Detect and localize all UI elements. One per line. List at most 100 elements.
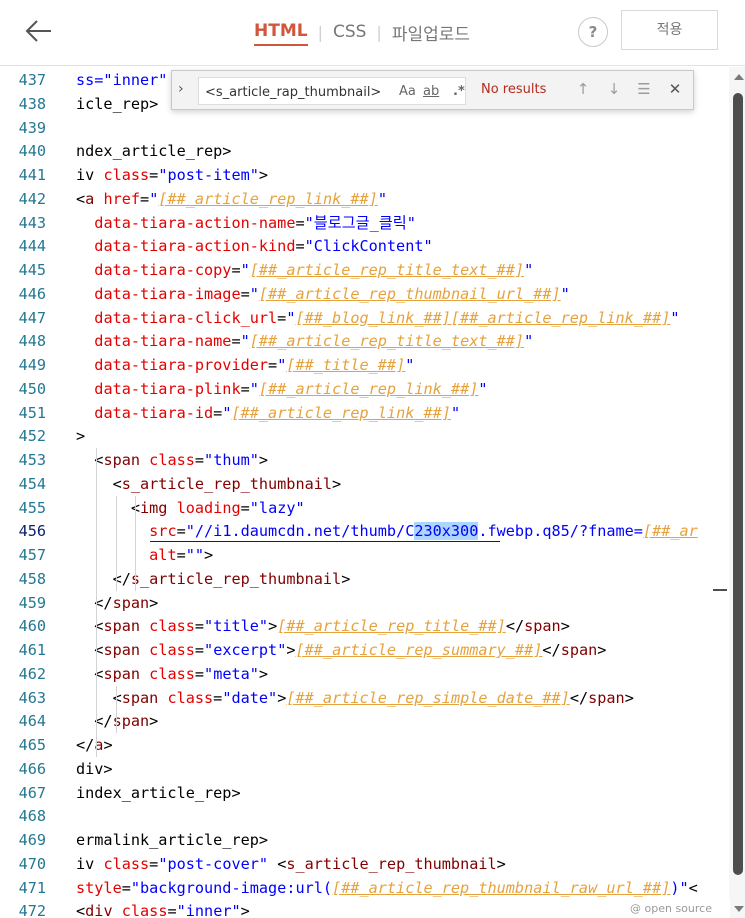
code-line[interactable]: 451 data-tiara-id= "[##_article_rep_link_… — [0, 401, 745, 425]
code-line[interactable]: 457 alt=""> — [0, 543, 745, 567]
code-text[interactable]: data-tiara-copy="[##_article_rep_title_t… — [76, 258, 533, 282]
code-text[interactable]: <span class="thum"> — [76, 448, 268, 472]
code-text[interactable]: data-tiara-name="[##_article_rep_title_t… — [76, 329, 533, 353]
code-line[interactable]: 448 data-tiara-name="[##_article_rep_tit… — [0, 329, 745, 353]
code-line[interactable]: 469 ermalink_article_rep> — [0, 828, 745, 852]
code-text[interactable]: data-tiara-plink="[##_article_rep_link_#… — [76, 377, 488, 401]
code-text[interactable]: data-tiara-image="[##_article_rep_thumbn… — [76, 282, 570, 306]
code-line[interactable]: 458 </s_article_rep_thumbnail> — [0, 567, 745, 591]
code-line[interactable]: 459 </span> — [0, 591, 745, 615]
regex-toggle[interactable]: .* — [453, 84, 465, 99]
code-text[interactable]: iv class="post-item"> — [76, 163, 268, 187]
code-line[interactable]: 456 src="//i1.daumcdn.net/thumb/C230x300… — [0, 519, 745, 543]
code-token: > — [560, 617, 570, 636]
code-line[interactable]: 446 data-tiara-image="[##_article_rep_th… — [0, 282, 745, 306]
code-line[interactable]: 463 <span class="date">[##_article_rep_s… — [0, 686, 745, 710]
code-text[interactable]: data-tiara-action-name="블로그글_클릭" — [76, 211, 416, 235]
code-line[interactable]: 452 > — [0, 424, 745, 448]
code-line[interactable]: 462 <span class="meta"> — [0, 662, 745, 686]
code-line[interactable]: 439 — [0, 116, 745, 140]
code-token: [##_article_rep_link_##] — [258, 379, 479, 398]
code-token: < — [76, 664, 104, 683]
code-token: " — [478, 379, 488, 398]
code-text[interactable]: ndex_article_rep> — [76, 139, 231, 163]
find-input-box[interactable]: Aa ab .* — [198, 77, 466, 105]
code-line[interactable]: 467 index_article_rep> — [0, 781, 745, 805]
code-text[interactable]: src="//i1.daumcdn.net/thumb/C230x300.fwe… — [76, 519, 698, 543]
code-text[interactable]: icle_rep> — [76, 92, 158, 116]
code-text[interactable]: div> — [76, 757, 113, 781]
code-text[interactable]: <span class="meta"> — [76, 662, 268, 686]
match-case-toggle[interactable]: Aa — [399, 84, 416, 99]
code-token: </ — [76, 736, 95, 754]
code-editor[interactable]: 437 ss="inner" 438 icle_rep> 439 440 ndex_arti… — [0, 67, 745, 918]
code-text[interactable]: </s_article_rep_thumbnail> — [76, 567, 351, 591]
code-line[interactable]: 453 <span class="thum"> — [0, 448, 745, 472]
code-text[interactable]: data-tiara-provider="[##_title_##]" — [76, 353, 414, 377]
code-line[interactable]: 444 data-tiara-action-kind="ClickContent… — [0, 234, 745, 258]
line-number: 461 — [18, 641, 46, 659]
code-line[interactable]: 455 <img loading="lazy" — [0, 496, 745, 520]
code-line[interactable]: 454 <s_article_rep_thumbnail> — [0, 472, 745, 496]
code-line[interactable]: 440 ndex_article_rep> — [0, 139, 745, 163]
code-line[interactable]: 470 iv class="post-cover" <s_article_rep_… — [0, 852, 745, 876]
line-number: 451 — [18, 403, 46, 422]
code-line[interactable]: 450 data-tiara-plink="[##_article_rep_li… — [0, 377, 745, 401]
code-text[interactable]: <span class="title">[##_article_rep_titl… — [76, 614, 570, 638]
code-text[interactable]: <s_article_rep_thumbnail> — [76, 472, 342, 496]
line-number: 462 — [18, 664, 46, 683]
code-text[interactable]: </span> — [76, 709, 158, 733]
code-text[interactable]: data-tiara-click_url= "[##_blog_link_##][… — [76, 306, 679, 330]
code-line[interactable]: 471 style="background-image:url([##_artic… — [0, 876, 745, 900]
code-text[interactable]: <span class="date">[##_article_rep_simpl… — [76, 686, 634, 710]
code-text[interactable]: <span class="excerpt">[##_article_rep_su… — [76, 638, 606, 662]
code-line[interactable]: 464 </span> — [0, 709, 745, 733]
code-text[interactable]: <img loading="lazy" — [76, 496, 305, 520]
code-token: </ — [505, 617, 525, 636]
toggle-replace-chevron-icon[interactable]: › — [178, 81, 194, 101]
code-line[interactable]: 466 div> — [0, 757, 745, 781]
code-text[interactable]: data-tiara-id="[##_article_rep_link_##]" — [76, 401, 460, 425]
code-text[interactable]: style="background-image:url([##_article_… — [76, 876, 698, 900]
apply-button[interactable]: 적용 — [621, 10, 718, 50]
code-text[interactable]: > — [76, 424, 85, 448]
code-line[interactable]: 449 data-tiara-provider="[##_title_##]" — [0, 353, 745, 377]
help-button[interactable]: ? — [578, 17, 608, 47]
code-line[interactable]: 442 <a href="[##_article_rep_link_##]" — [0, 187, 745, 211]
code-text[interactable]: </a> — [76, 733, 113, 757]
whole-word-toggle[interactable]: ab — [423, 84, 439, 99]
code-text[interactable]: <div class="inner"> — [76, 899, 250, 918]
tab-css[interactable]: CSS — [333, 22, 366, 42]
code-text[interactable]: data-tiara-action-kind="ClickContent" — [76, 234, 432, 258]
code-text[interactable]: ermalink_article_rep> — [76, 828, 268, 852]
code-line[interactable]: 460 <span class="title">[##_article_rep_… — [0, 614, 745, 638]
code-line[interactable]: 445 data-tiara-copy="[##_article_rep_tit… — [0, 258, 745, 282]
code-line[interactable]: 441 iv class="post-item"> — [0, 163, 745, 187]
scroll-up-arrow-icon[interactable] — [734, 74, 744, 80]
code-line[interactable]: 461 <span class="excerpt">[##_article_re… — [0, 638, 745, 662]
code-text[interactable]: iv class="post-cover" <s_article_rep_thu… — [76, 852, 506, 876]
code-text[interactable]: ss="inner" — [76, 68, 167, 92]
tab-html[interactable]: HTML — [254, 21, 308, 46]
code-text[interactable]: <a href="[##_article_rep_link_##]" — [76, 187, 387, 211]
code-text[interactable]: </span> — [76, 591, 158, 615]
find-input[interactable] — [205, 82, 385, 102]
find-result-text: No results — [481, 82, 547, 97]
code-line[interactable]: 465 </a> — [0, 733, 745, 757]
find-in-selection-icon[interactable]: ☰ — [634, 80, 654, 100]
close-find-icon[interactable]: ✕ — [665, 80, 685, 100]
back-arrow-icon[interactable] — [24, 16, 54, 46]
code-text[interactable]: index_article_rep> — [76, 781, 241, 805]
scrollbar-thumb[interactable] — [733, 93, 743, 875]
next-match-down-arrow-icon[interactable]: ↓ — [604, 80, 624, 100]
code-line[interactable]: 443 data-tiara-action-name="블로그글_클릭" — [0, 211, 745, 235]
tab-file-upload[interactable]: 파일업로드 — [392, 20, 470, 45]
code-token: < — [268, 854, 287, 873]
code-line[interactable]: 468 — [0, 804, 745, 828]
scroll-down-arrow-icon[interactable] — [734, 906, 744, 912]
code-token: "title" — [204, 617, 269, 636]
previous-match-up-arrow-icon[interactable]: ↑ — [573, 80, 593, 100]
code-line[interactable]: 447 data-tiara-click_url= "[##_blog_link_… — [0, 306, 745, 330]
code-token: [##_article_rep_title_##] — [277, 617, 506, 636]
